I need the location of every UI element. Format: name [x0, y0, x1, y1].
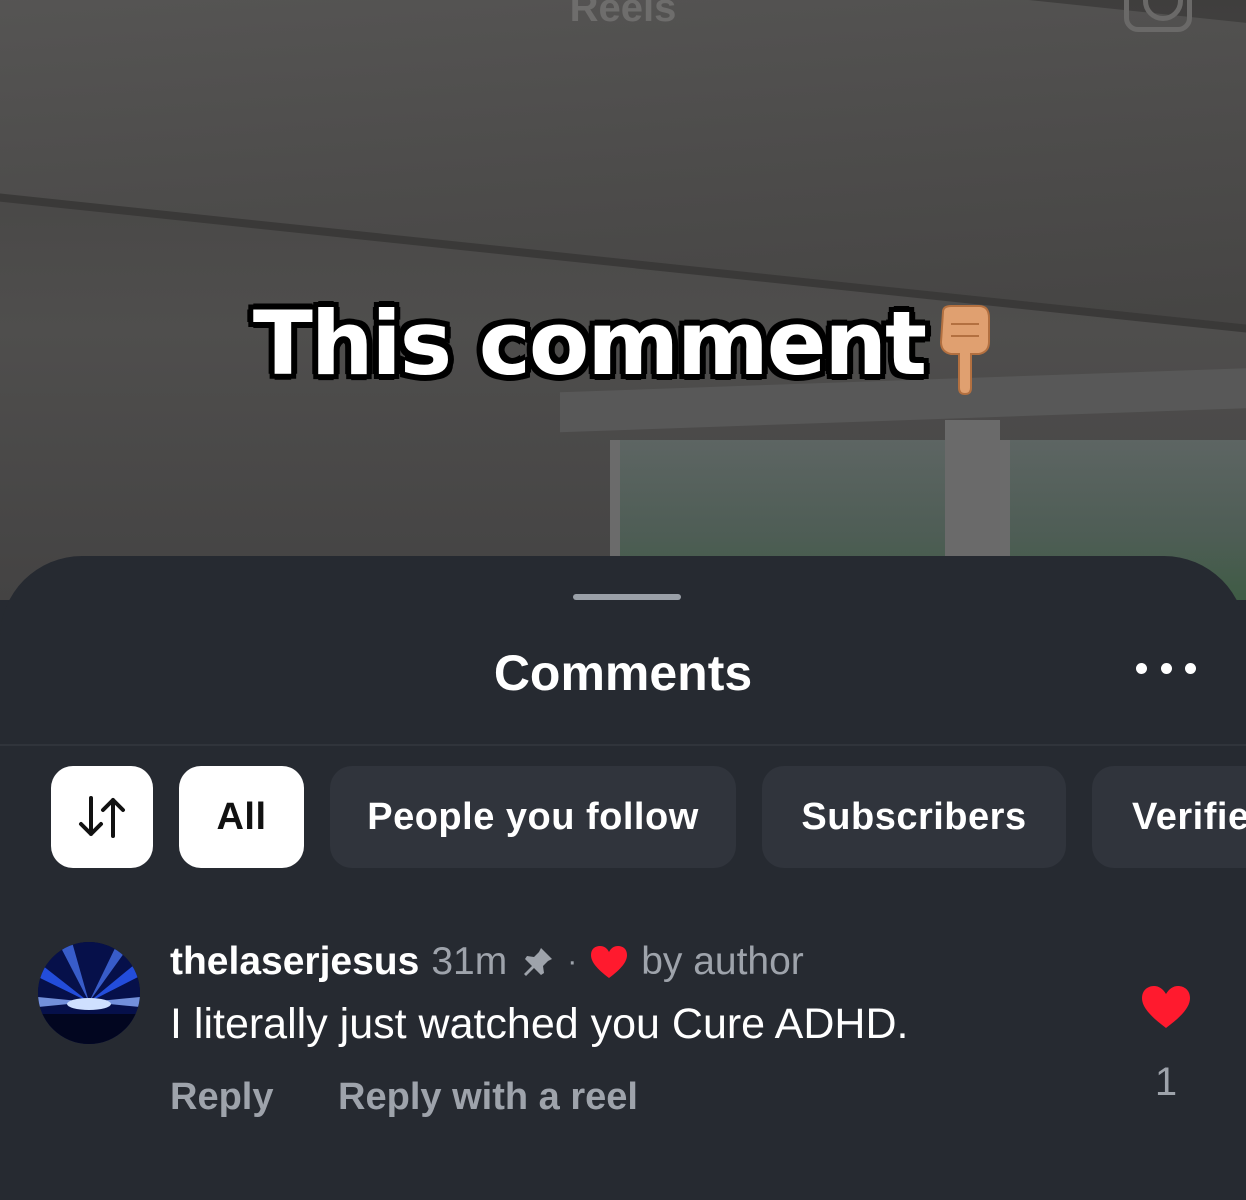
- reply-with-reel-button[interactable]: Reply with a reel: [338, 1076, 638, 1118]
- comments-title: Comments: [493, 645, 753, 701]
- heart-icon: [589, 944, 629, 980]
- video-ceiling-scene: [0, 0, 1246, 341]
- comments-sheet: Comments All People you follow Subscribe…: [0, 556, 1246, 1200]
- more-horizontal-icon: [1185, 662, 1196, 674]
- sheet-drag-handle[interactable]: [573, 594, 681, 600]
- more-horizontal-icon: [1136, 662, 1147, 674]
- sort-button[interactable]: [51, 766, 153, 868]
- comment-username[interactable]: thelaserjesus: [170, 940, 419, 984]
- filter-chip-verified[interactable]: Verifie: [1092, 766, 1246, 868]
- backhand-index-pointing-down-icon: [933, 304, 993, 396]
- like-count: 1: [1154, 1060, 1178, 1104]
- reply-button[interactable]: Reply: [170, 1076, 273, 1118]
- comment-timestamp: 31m: [431, 940, 508, 983]
- liked-by-author-label: by author: [641, 940, 804, 983]
- more-horizontal-icon: [1160, 662, 1172, 674]
- reels-header-title: Reels: [569, 0, 677, 30]
- video-caption-overlay: This comment: [0, 292, 1246, 396]
- filter-chip-people-you-follow[interactable]: People you follow: [330, 766, 736, 868]
- filter-chip-all[interactable]: All: [179, 766, 304, 868]
- comment-actions: Reply Reply with a reel: [170, 1076, 638, 1119]
- comment-text: I literally just watched you Cure ADHD.: [170, 1000, 909, 1048]
- comment-header: thelaserjesus 31m · by author: [170, 940, 804, 984]
- camera-icon[interactable]: [1124, 0, 1192, 32]
- heart-icon: [1142, 986, 1190, 1028]
- header-separator: ·: [567, 945, 578, 978]
- sort-arrows-icon: [79, 796, 125, 838]
- more-options-button[interactable]: [1136, 658, 1196, 678]
- avatar[interactable]: [38, 942, 140, 1044]
- like-button[interactable]: [1140, 984, 1192, 1030]
- avatar-image: [38, 942, 140, 1044]
- video-caption-text: This comment: [252, 292, 927, 395]
- sheet-divider: [0, 744, 1246, 746]
- pin-icon: [521, 945, 555, 979]
- filter-chip-subscribers[interactable]: Subscribers: [762, 766, 1066, 868]
- reel-video-background[interactable]: Reels This comment: [0, 0, 1246, 600]
